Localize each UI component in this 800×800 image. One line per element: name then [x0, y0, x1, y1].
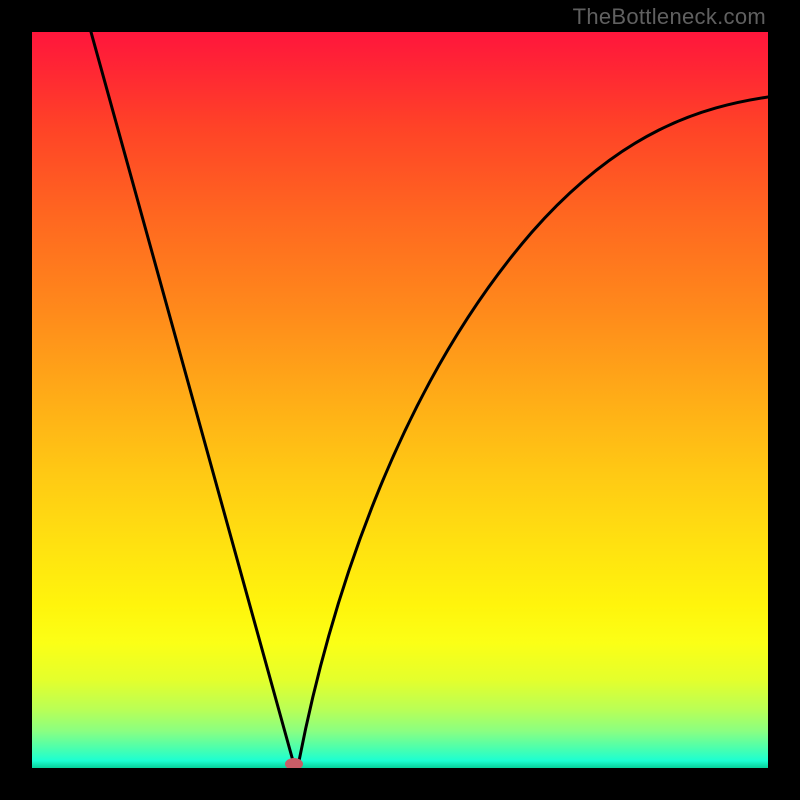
bottleneck-curve	[91, 32, 768, 764]
chart-frame: TheBottleneck.com	[0, 0, 800, 800]
watermark-text: TheBottleneck.com	[573, 4, 766, 30]
curve-layer	[32, 32, 768, 768]
plot-area	[32, 32, 768, 768]
